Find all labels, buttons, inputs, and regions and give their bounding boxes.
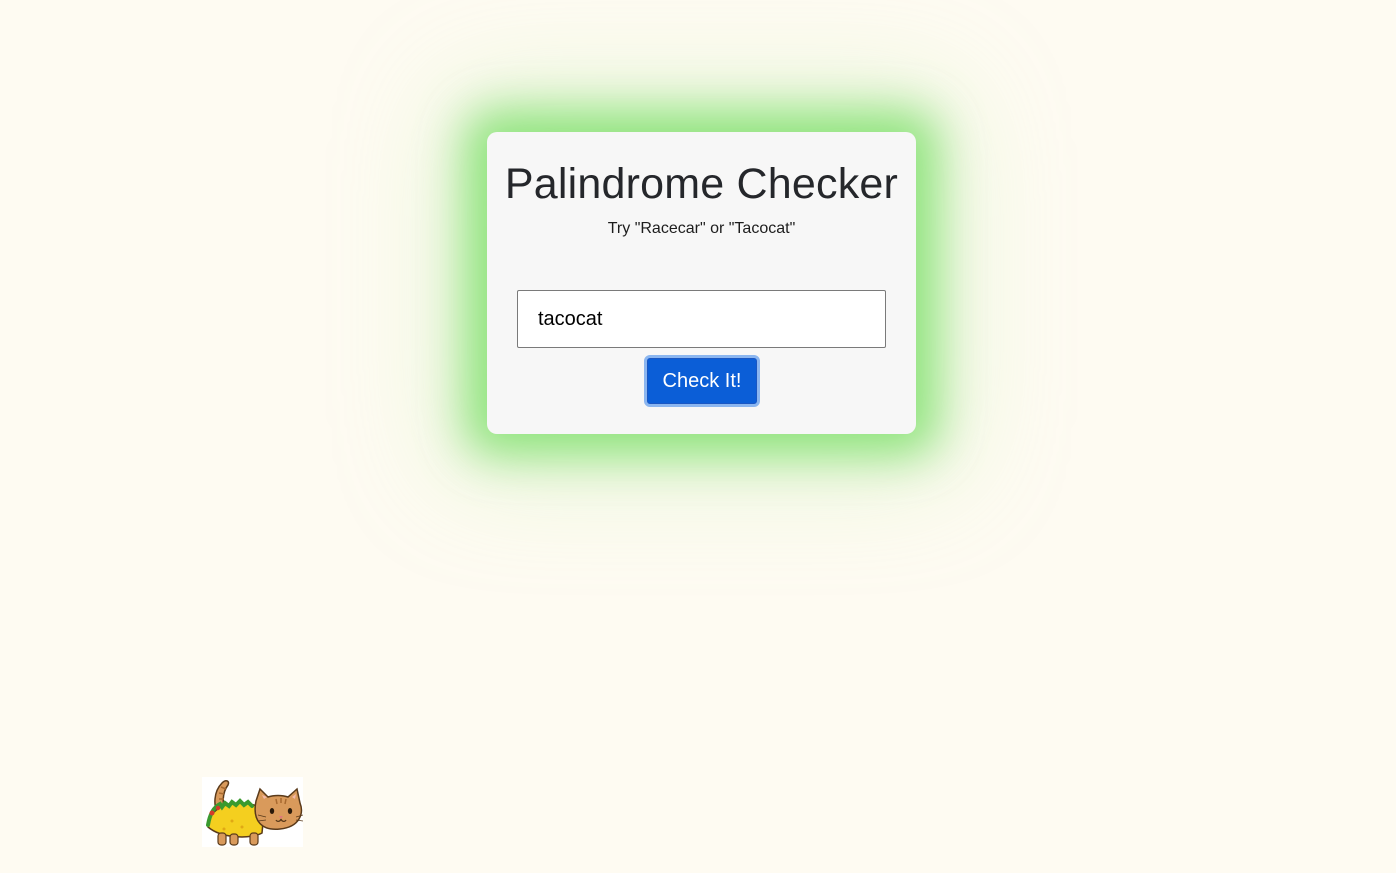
check-it-button[interactable]: Check It!: [644, 355, 760, 407]
tacocat-icon: [202, 777, 304, 847]
palindrome-card: Palindrome Checker Try "Racecar" or "Tac…: [487, 132, 916, 434]
hint-text: Try "Racecar" or "Tacocat": [607, 220, 796, 237]
page: Palindrome Checker Try "Racecar" or "Tac…: [0, 0, 1396, 873]
page-title: Palindrome Checker: [504, 160, 899, 208]
palindrome-input[interactable]: [517, 290, 886, 348]
